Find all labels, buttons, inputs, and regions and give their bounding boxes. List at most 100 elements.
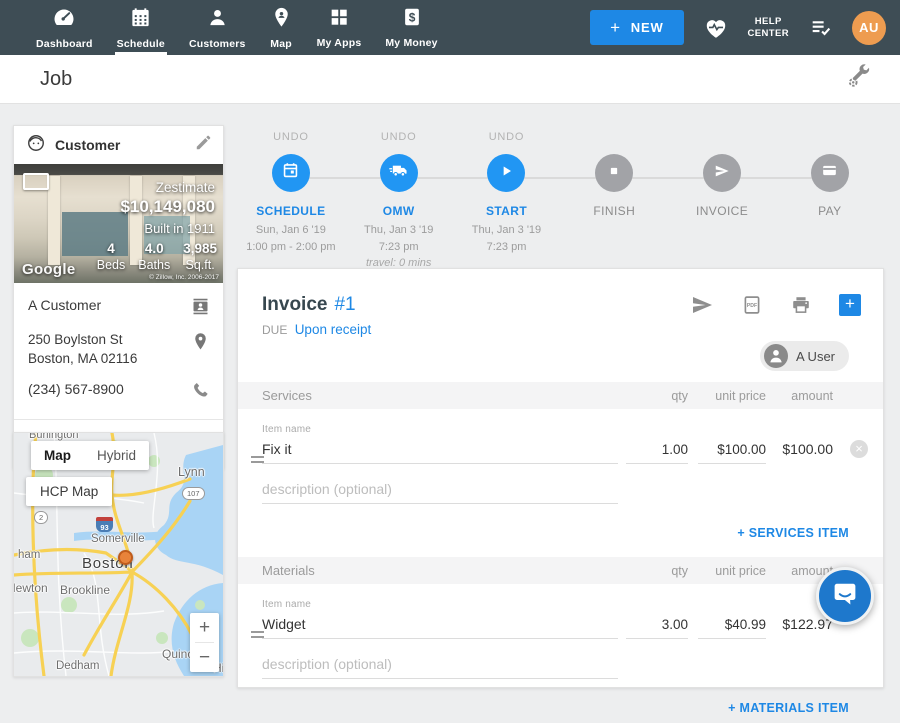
customer-card: Customer Zestimate $10,149,080 Built in … bbox=[13, 125, 224, 469]
stat-value: 4 bbox=[97, 241, 126, 256]
whats-new-heart-icon[interactable] bbox=[703, 15, 729, 41]
svg-text:PDF: PDF bbox=[747, 303, 757, 309]
top-navigation: Dashboard Schedule Customers Map My Apps… bbox=[0, 0, 900, 55]
job-settings-button[interactable] bbox=[845, 63, 900, 95]
customer-name: A Customer bbox=[28, 296, 101, 316]
new-button[interactable]: + NEW bbox=[590, 10, 683, 45]
map-label-brookline: Brookline bbox=[60, 583, 110, 597]
invoice-step-button[interactable] bbox=[703, 154, 741, 192]
zoom-in-button[interactable]: + bbox=[190, 613, 219, 642]
property-stats: 4 Beds 4.0 Baths 3,985 Sq.ft. bbox=[97, 241, 217, 272]
zillow-copyright: © Zillow, Inc. 2006-2017 bbox=[149, 274, 219, 281]
stat-value: 3,985 bbox=[183, 241, 217, 256]
finish-step-button[interactable] bbox=[595, 154, 633, 192]
undo-omw-link[interactable]: UNDO bbox=[381, 131, 417, 145]
nav-right: + NEW HELP CENTER AU bbox=[590, 0, 900, 55]
send-invoice-icon[interactable] bbox=[690, 293, 714, 317]
help-center-button[interactable]: HELP CENTER bbox=[748, 16, 789, 39]
due-label: DUE bbox=[262, 323, 287, 337]
customer-phone: (234) 567-8900 bbox=[28, 380, 124, 400]
assignee-chip[interactable]: A User bbox=[760, 341, 849, 371]
address-line2: Boston, MA 02116 bbox=[28, 350, 137, 369]
service-item-name-input[interactable] bbox=[262, 437, 618, 464]
person-icon bbox=[206, 6, 229, 34]
undo-schedule-link[interactable]: UNDO bbox=[273, 131, 309, 145]
interstate-93-shield: 93 bbox=[96, 517, 113, 532]
pdf-icon[interactable]: PDF bbox=[741, 294, 763, 316]
service-line-item: Item name $100.00 × bbox=[238, 424, 883, 504]
omw-step-button[interactable] bbox=[380, 154, 418, 192]
invoice-card: Invoice #1 PDF + DUE Upon receipt A User… bbox=[237, 268, 884, 688]
plus-glyph: + bbox=[610, 23, 621, 33]
undo-start-link[interactable]: UNDO bbox=[489, 131, 525, 145]
zoom-out-button[interactable]: − bbox=[190, 643, 219, 672]
credit-card-step-icon-button[interactable] bbox=[811, 154, 849, 192]
nav-item-map[interactable]: Map bbox=[258, 0, 305, 55]
contact-card-icon[interactable] bbox=[190, 296, 211, 322]
checklist-icon[interactable] bbox=[808, 15, 833, 40]
start-step-button[interactable] bbox=[487, 154, 525, 192]
material-qty-input[interactable] bbox=[626, 613, 688, 639]
stop-step-icon bbox=[605, 162, 623, 185]
route-107-shield: 107 bbox=[182, 487, 205, 500]
schedule-step-button[interactable] bbox=[272, 154, 310, 192]
due-terms-link[interactable]: Upon receipt bbox=[295, 322, 372, 337]
hcp-map-button[interactable]: HCP Map bbox=[26, 477, 112, 506]
remove-item-icon[interactable]: × bbox=[850, 440, 868, 458]
invoice-header: Invoice #1 PDF + DUE Upon receipt A User bbox=[238, 269, 883, 371]
map-widget[interactable]: Burlington Lynn Somerville Boston ham Ne… bbox=[13, 432, 224, 677]
service-qty-input[interactable] bbox=[626, 438, 688, 464]
map-type-hybrid-button[interactable]: Hybrid bbox=[84, 441, 149, 470]
add-services-item-link[interactable]: + SERVICES ITEM bbox=[737, 526, 849, 540]
material-amount: $122.97 bbox=[766, 616, 833, 639]
nav-label: Dashboard bbox=[36, 38, 93, 50]
drag-handle-icon[interactable] bbox=[251, 628, 264, 641]
google-logo: Google bbox=[22, 261, 75, 278]
nav-item-dashboard[interactable]: Dashboard bbox=[24, 0, 105, 55]
stat-label: Sq.ft. bbox=[183, 258, 217, 272]
calendar-step-icon bbox=[281, 161, 300, 185]
materials-header-bar: Materials qty unit price amount bbox=[238, 557, 883, 584]
nav-label: Customers bbox=[189, 38, 246, 50]
customer-card-header: Customer bbox=[14, 126, 223, 164]
map-type-map-button[interactable]: Map bbox=[31, 441, 84, 470]
nav-item-my-money[interactable]: $ My Money bbox=[373, 0, 449, 55]
step-label: INVOICE bbox=[696, 204, 748, 218]
add-materials-item-link[interactable]: + MATERIALS ITEM bbox=[728, 701, 849, 715]
send-step-icon bbox=[712, 161, 732, 186]
material-item-name-input[interactable] bbox=[262, 612, 618, 639]
phone-icon[interactable] bbox=[191, 380, 211, 405]
section-label: Services bbox=[262, 388, 618, 403]
help-center-line2: CENTER bbox=[748, 28, 789, 39]
step-date: Sun, Jan 6 '19 bbox=[246, 222, 335, 239]
nav-item-customers[interactable]: Customers bbox=[177, 0, 258, 55]
assignee-name: A User bbox=[796, 349, 835, 364]
nav-label: My Money bbox=[385, 37, 437, 49]
step-pay: PAY bbox=[776, 131, 884, 272]
service-unit-price-input[interactable] bbox=[698, 438, 766, 464]
invoice-number: #1 bbox=[334, 294, 355, 316]
drag-handle-icon[interactable] bbox=[251, 453, 264, 466]
avatar[interactable]: AU bbox=[852, 11, 886, 45]
material-unit-price-input[interactable] bbox=[698, 613, 766, 639]
nav-label: Schedule bbox=[117, 38, 165, 50]
job-location-marker bbox=[118, 550, 133, 565]
print-icon[interactable] bbox=[790, 294, 812, 316]
assignee-row: A User bbox=[262, 337, 861, 371]
edit-pencil-icon[interactable] bbox=[194, 133, 213, 157]
help-center-line1: HELP bbox=[748, 16, 789, 27]
nav-item-schedule[interactable]: Schedule bbox=[105, 0, 177, 55]
job-progress-tracker: UNDO SCHEDULE Sun, Jan 6 '19 1:00 pm - 2… bbox=[237, 131, 884, 272]
chat-launcher-button[interactable] bbox=[816, 567, 874, 625]
map-label-dedham: Dedham bbox=[56, 660, 99, 672]
nav-item-my-apps[interactable]: My Apps bbox=[305, 0, 374, 55]
service-description-input[interactable] bbox=[262, 477, 618, 504]
map-zoom-control: + − bbox=[190, 613, 219, 672]
add-invoice-button[interactable]: + bbox=[839, 294, 861, 316]
stat-beds: 4 Beds bbox=[97, 241, 126, 272]
zestimate-value: $10,149,080 bbox=[120, 197, 215, 217]
property-photo[interactable]: Zestimate $10,149,080 Built in 1911 4 Be… bbox=[14, 164, 223, 283]
location-pin-icon[interactable] bbox=[190, 331, 211, 357]
route-2-shield: 2 bbox=[34, 511, 48, 524]
qty-column-header: qty bbox=[618, 389, 688, 403]
